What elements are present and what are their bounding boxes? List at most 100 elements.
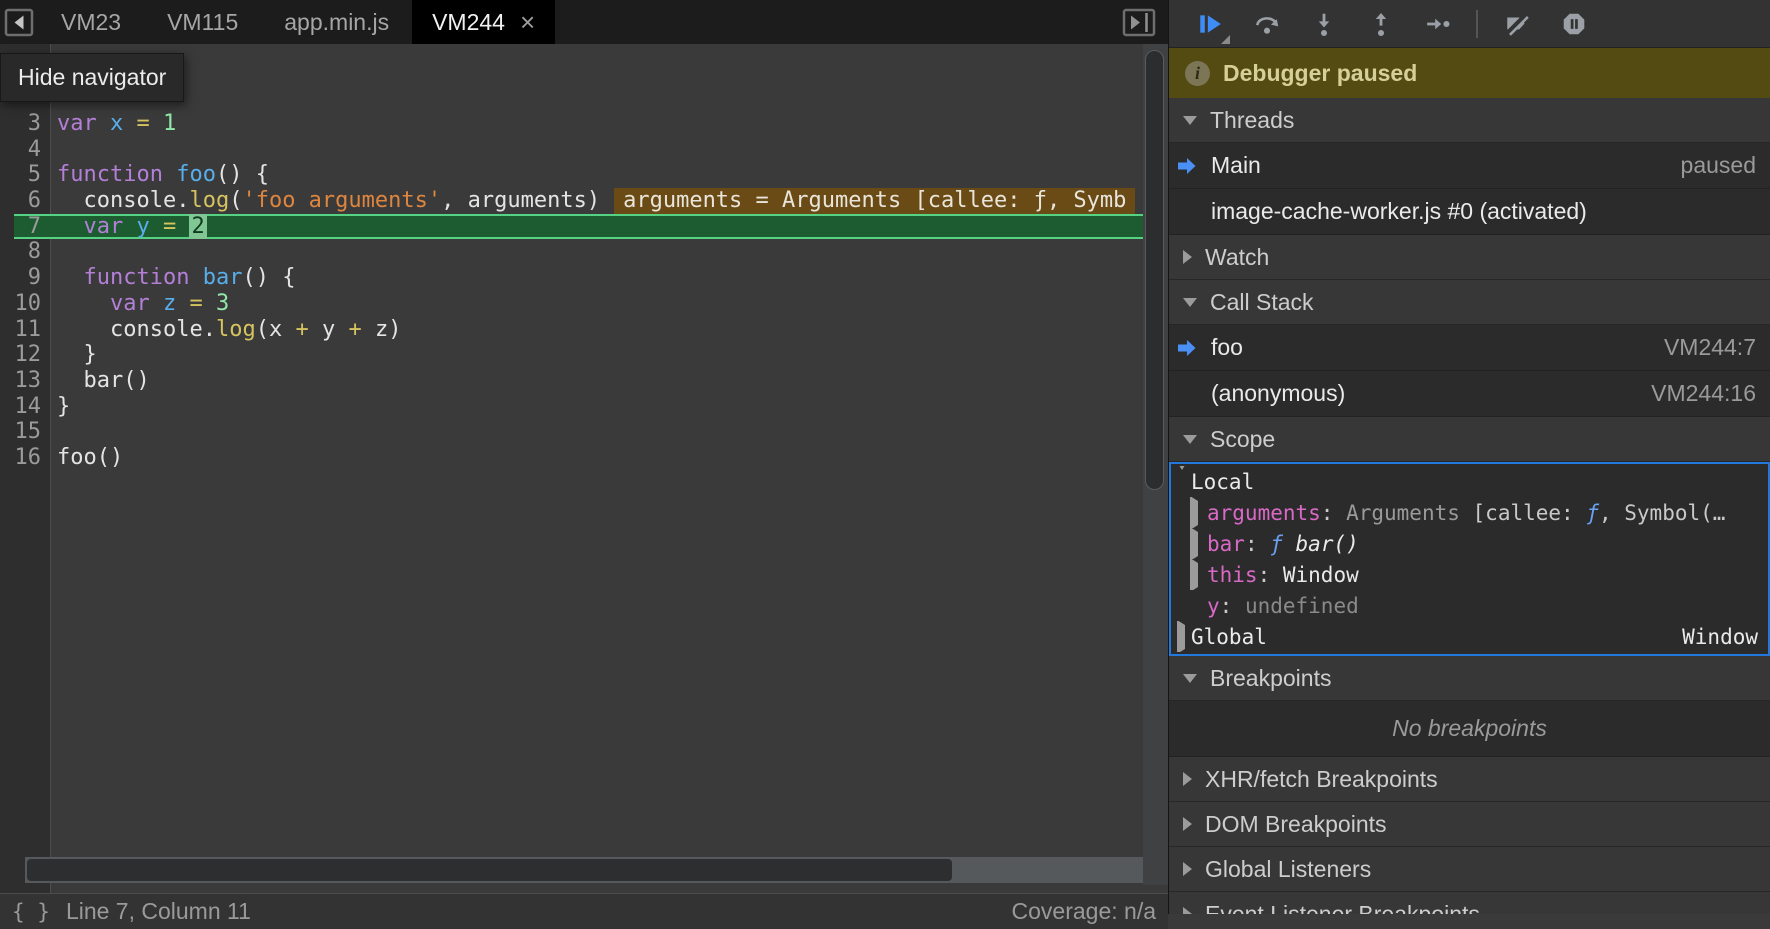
hide-navigator-tooltip: Hide navigator xyxy=(0,53,184,102)
source-editor[interactable]: 3var x = 145function foo() {6 console.lo… xyxy=(0,44,1143,893)
scope-row-global[interactable]: GlobalWindow xyxy=(1171,621,1768,652)
tab-label: VM115 xyxy=(167,9,238,36)
step-over-button[interactable] xyxy=(1238,11,1295,37)
code-line-4: 4 xyxy=(0,137,1143,163)
chevron-right-icon xyxy=(1183,772,1192,786)
sidebar-sections: Threads Mainpausedimage-cache-worker.js #… xyxy=(1169,98,1770,914)
code-lines: 3var x = 145function foo() {6 console.lo… xyxy=(0,111,1143,471)
horizontal-scrollbar-thumb[interactable] xyxy=(27,859,952,881)
scope-row-y[interactable]: y: undefined xyxy=(1171,590,1768,621)
list-item-main[interactable]: Mainpaused xyxy=(1169,143,1770,189)
chevron-right-icon[interactable] xyxy=(1190,501,1198,525)
tab-app-min-js[interactable]: app.min.js xyxy=(261,0,412,44)
list-item-foo[interactable]: fooVM244:7 xyxy=(1169,325,1770,371)
line-number[interactable]: 5 xyxy=(0,162,50,188)
code-line-9: 9 function bar() { xyxy=(0,265,1143,291)
deactivate-breakpoints-icon xyxy=(1504,11,1530,37)
section-header-call-stack[interactable]: Call Stack xyxy=(1169,280,1770,325)
section-header-scope[interactable]: Scope xyxy=(1169,417,1770,462)
step-into-button[interactable] xyxy=(1295,11,1352,37)
line-number[interactable]: 15 xyxy=(0,419,50,445)
section-header-xhr-fetch-breakpoints[interactable]: XHR/fetch Breakpoints xyxy=(1169,757,1770,802)
pause-on-exceptions-button[interactable] xyxy=(1545,11,1602,37)
chevron-right-icon xyxy=(1190,497,1198,528)
line-number[interactable]: 12 xyxy=(0,342,50,368)
chevron-right-icon xyxy=(1190,559,1198,590)
tab-vm23[interactable]: VM23 xyxy=(38,0,144,44)
code-line-10: 10 var z = 3 xyxy=(0,291,1143,317)
chevron-right-icon[interactable] xyxy=(1177,625,1185,649)
chevron-right-icon[interactable] xyxy=(1190,532,1198,556)
code-line-7: 7 var y = 2 xyxy=(0,214,1143,240)
line-number[interactable]: 3 xyxy=(0,111,50,137)
line-number[interactable]: 8 xyxy=(0,239,50,265)
scope-var-name: this xyxy=(1207,563,1258,587)
code-text: } xyxy=(50,342,97,368)
empty-label: No breakpoints xyxy=(1392,715,1547,742)
section-title: Watch xyxy=(1205,244,1269,271)
section-header-dom-breakpoints[interactable]: DOM Breakpoints xyxy=(1169,802,1770,847)
editor-horizontal-scrollbar[interactable] xyxy=(25,857,1143,883)
pause-on-exceptions-icon xyxy=(1561,11,1587,37)
tab-label: VM244 xyxy=(432,9,505,36)
line-number[interactable]: 14 xyxy=(0,394,50,420)
section-header-event-listener-breakpoints[interactable]: Event Listener Breakpoints xyxy=(1169,892,1770,914)
scope-var-name: Global xyxy=(1191,625,1267,649)
code-line-3: 3var x = 1 xyxy=(0,111,1143,137)
chevron-down-icon xyxy=(1183,298,1197,307)
line-number[interactable]: 7 xyxy=(0,214,50,240)
hide-navigator-button[interactable] xyxy=(0,0,38,44)
code-text: bar() xyxy=(50,368,150,394)
section-header-global-listeners[interactable]: Global Listeners xyxy=(1169,847,1770,892)
vertical-scrollbar-thumb[interactable] xyxy=(1145,50,1164,490)
chevron-right-icon[interactable] xyxy=(1190,563,1198,587)
step-over-icon xyxy=(1254,11,1280,37)
tab-label: VM23 xyxy=(61,9,121,36)
section-title: Call Stack xyxy=(1210,289,1314,316)
line-number[interactable]: 13 xyxy=(0,368,50,394)
step-out-button[interactable] xyxy=(1352,11,1409,37)
tab-vm115[interactable]: VM115 xyxy=(144,0,261,44)
chevron-right-icon xyxy=(1177,621,1185,652)
resume-button[interactable] xyxy=(1181,11,1238,37)
tab-vm244[interactable]: VM244 × xyxy=(412,0,555,44)
line-number[interactable]: 16 xyxy=(0,445,50,471)
code-line-15: 15 xyxy=(0,419,1143,445)
scope-row-local[interactable]: Local xyxy=(1171,466,1768,497)
scope-row-arguments[interactable]: arguments: Arguments [callee: ƒ, Symbol(… xyxy=(1171,497,1768,528)
list-item-anonymous[interactable]: (anonymous)VM244:16 xyxy=(1169,371,1770,417)
line-number[interactable]: 11 xyxy=(0,317,50,343)
line-number[interactable]: 9 xyxy=(0,265,50,291)
code-line-13: 13 bar() xyxy=(0,368,1143,394)
scope-tree: Localarguments: Arguments [callee: ƒ, Sy… xyxy=(1169,462,1770,656)
toggle-debugger-sidebar-button[interactable] xyxy=(1122,7,1156,37)
chevron-right-icon xyxy=(1183,250,1192,264)
deactivate-breakpoints-button[interactable] xyxy=(1488,11,1545,37)
pretty-print-icon[interactable]: { } xyxy=(12,900,50,924)
line-number[interactable]: 4 xyxy=(0,137,50,163)
scope-row-this[interactable]: this: Window xyxy=(1171,559,1768,590)
section-header-watch[interactable]: Watch xyxy=(1169,235,1770,280)
chevron-down-icon xyxy=(1177,466,1187,494)
chevron-right-icon xyxy=(1183,907,1192,914)
chevron-down-icon[interactable] xyxy=(1177,470,1187,494)
editor-vertical-scrollbar[interactable] xyxy=(1143,44,1168,885)
chevron-down-icon xyxy=(1183,116,1197,125)
section-title: Event Listener Breakpoints xyxy=(1205,901,1480,915)
tab-close-icon[interactable]: × xyxy=(520,9,535,35)
section-title: Threads xyxy=(1210,107,1294,134)
line-number[interactable]: 10 xyxy=(0,291,50,317)
section-header-threads[interactable]: Threads xyxy=(1169,98,1770,143)
step-button[interactable] xyxy=(1409,11,1466,37)
list-item-image-cache-worker-js-0-activated[interactable]: image-cache-worker.js #0 (activated) xyxy=(1169,189,1770,235)
code-text: function foo() { xyxy=(50,162,269,188)
code-text: console.log(x + y + z) xyxy=(50,317,401,343)
long-press-indicator-icon xyxy=(1221,35,1230,44)
line-number[interactable]: 6 xyxy=(0,188,50,214)
code-line-6: 6 console.log('foo arguments', arguments… xyxy=(0,188,1143,214)
code-text: var y = 2 xyxy=(50,214,207,240)
scope-var-name: arguments xyxy=(1207,501,1321,525)
item-meta: VM244:16 xyxy=(1651,380,1756,407)
section-header-breakpoints[interactable]: Breakpoints xyxy=(1169,656,1770,701)
scope-row-bar[interactable]: bar: ƒ bar() xyxy=(1171,528,1768,559)
